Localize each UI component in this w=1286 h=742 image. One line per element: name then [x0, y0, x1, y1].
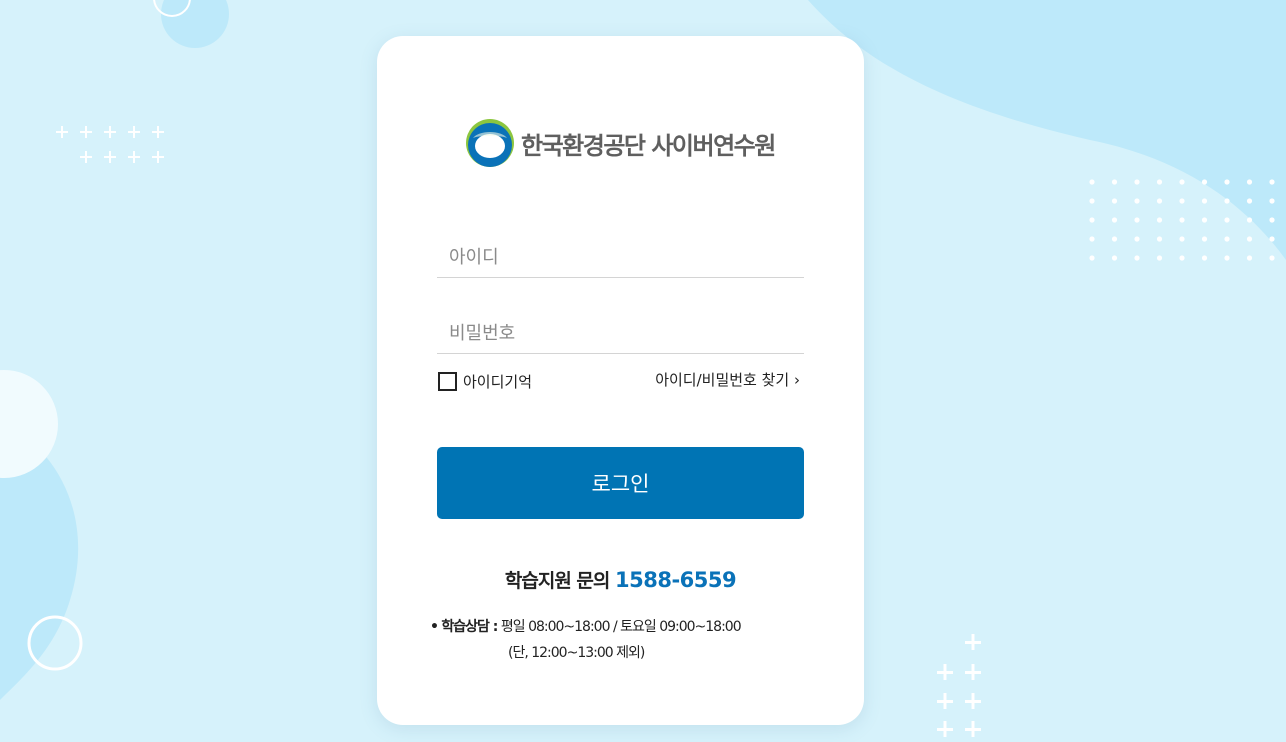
support-hours: • 학습상담 : 평일 08:00~18:00 / 토요일 09:00~18:0… [430, 614, 742, 666]
support-title: 학습지원 문의 [504, 570, 610, 592]
hours-label: 학습상담 : [441, 619, 498, 635]
bullet-icon: • [430, 619, 439, 635]
remember-id-checkbox[interactable] [438, 372, 457, 391]
find-id-password-link[interactable]: 아이디/비밀번호 찾기 › [655, 369, 800, 390]
support-phone: 1588-6559 [615, 568, 737, 592]
login-button[interactable]: 로그인 [437, 447, 804, 519]
password-input[interactable] [437, 314, 804, 354]
remember-id-toggle[interactable]: 아이디기억 [438, 371, 532, 392]
login-card: 한국환경공단 사이버연수원 아이디기억 아이디/비밀번호 찾기 › 로그인 학습… [377, 36, 864, 725]
org-emblem-icon [466, 119, 514, 167]
user-id-input[interactable] [437, 238, 804, 278]
hours-text: 평일 08:00~18:00 / 토요일 09:00~18:00 [500, 619, 742, 635]
hours-note: (단, 12:00~13:00 제외) [508, 645, 645, 661]
org-logo: 한국환경공단 사이버연수원 [465, 118, 776, 168]
support-contact: 학습지원 문의 1588-6559 [377, 566, 864, 593]
remember-id-label: 아이디기억 [463, 373, 533, 391]
org-name: 한국환경공단 사이버연수원 [521, 131, 776, 160]
